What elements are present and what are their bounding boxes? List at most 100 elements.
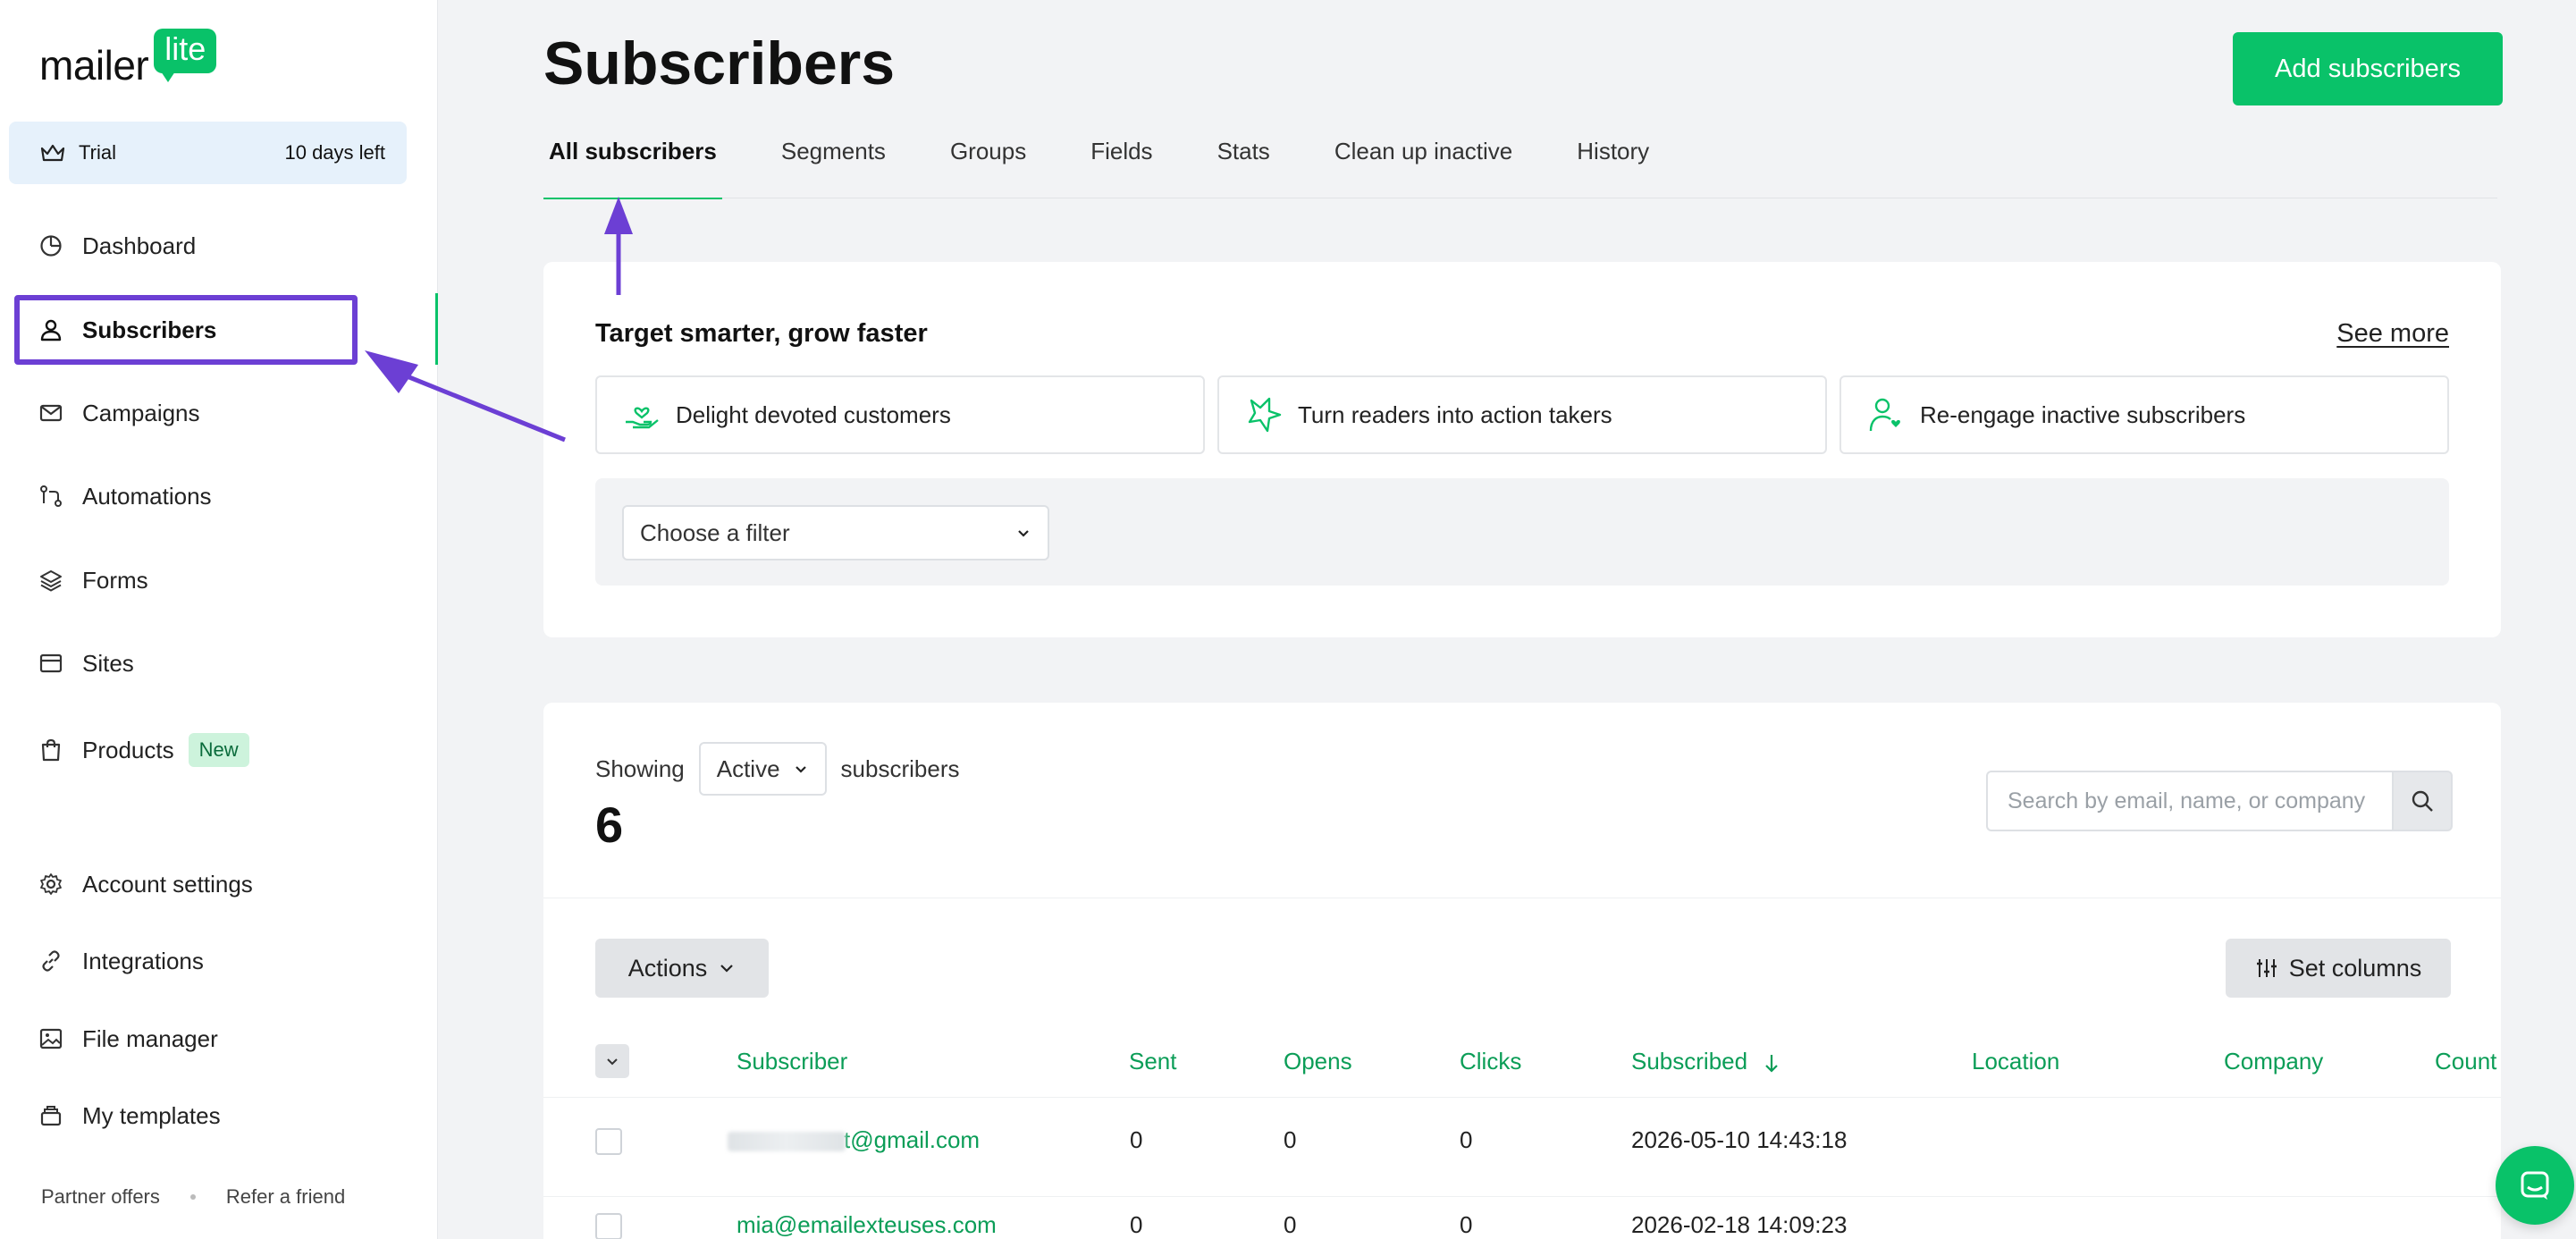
column-header-country[interactable]: Count [2435,1048,2496,1075]
sidebar-item-automations[interactable]: Automations [39,474,212,518]
tab-clean-up-inactive[interactable]: Clean up inactive [1329,132,1518,198]
subscribed-date: 2026-02-18 14:09:23 [1631,1211,1848,1238]
automation-icon [40,485,62,507]
suggestion-turn-readers[interactable]: Turn readers into action takers [1217,375,1827,454]
new-badge: New [188,733,249,767]
sidebar-item-sites[interactable]: Sites [39,641,134,686]
sidebar: mailer lite Trial 10 days left Dashboard… [0,0,438,1239]
logo-badge: lite [154,29,217,82]
suggestion-label: Delight devoted customers [676,400,951,428]
target-card-title: Target smarter, grow faster [595,319,928,348]
status-dropdown[interactable]: Active [698,742,827,796]
partner-offers-link[interactable]: Partner offers [41,1185,160,1209]
sidebar-item-label: Automations [82,482,212,510]
column-header-location[interactable]: Location [1972,1048,2059,1075]
set-columns-label: Set columns [2288,954,2422,982]
chat-launcher-button[interactable] [2496,1146,2574,1225]
active-indicator [435,293,438,365]
sidebar-footer: Partner offers Refer a friend [41,1185,345,1209]
filter-area: Choose a filter [595,478,2449,586]
tab-fields[interactable]: Fields [1085,132,1158,198]
column-header-clicks[interactable]: Clicks [1460,1048,1521,1075]
sidebar-item-campaigns[interactable]: Campaigns [39,391,200,435]
chat-icon [2521,1171,2549,1200]
browser-icon [39,653,63,673]
tab-segments[interactable]: Segments [776,132,891,198]
opens-value: 0 [1284,1126,1297,1153]
column-header-subscriber[interactable]: Subscriber [737,1048,847,1075]
logo-text: mailer [39,42,149,88]
sidebar-item-label: My templates [82,1101,221,1129]
row-checkbox[interactable] [595,1128,622,1155]
subscriber-email[interactable]: mia@emailexteuses.com [737,1211,997,1239]
search-icon [2412,790,2433,812]
sidebar-item-my-templates[interactable]: My templates [39,1093,221,1138]
target-card: Target smarter, grow faster See more Del… [543,262,2501,637]
refer-friend-link[interactable]: Refer a friend [226,1185,345,1209]
subscribers-suffix: subscribers [840,754,960,782]
mailerlite-logo[interactable]: mailer lite [39,29,217,91]
sidebar-item-label: Products [82,736,174,763]
sidebar-item-label: Campaigns [82,399,200,426]
sidebar-item-account-settings[interactable]: Account settings [39,862,253,906]
tab-groups[interactable]: Groups [945,132,1031,198]
gear-icon [40,873,62,895]
tab-stats[interactable]: Stats [1212,132,1275,198]
column-header-label: Subscribed [1631,1048,1748,1075]
sent-value: 0 [1130,1211,1143,1238]
status-value: Active [716,754,780,782]
hand-heart-icon [626,407,659,429]
table-row[interactable]: mia@emailexteuses.com 0 0 0 2026-02-18 1… [543,1196,2501,1239]
table-row[interactable]: t@gmail.com 0 0 0 2026-05-10 14:43:18 [543,1110,2501,1196]
suggestion-reengage-inactive[interactable]: Re-engage inactive subscribers [1839,375,2449,454]
trial-days-left: 10 days left [284,141,385,164]
column-header-company[interactable]: Company [2224,1048,2323,1075]
suggestion-delight-customers[interactable]: Delight devoted customers [595,375,1205,454]
filter-placeholder: Choose a filter [640,518,790,546]
sidebar-item-file-manager[interactable]: File manager [39,1016,218,1061]
choose-filter-dropdown[interactable]: Choose a filter [622,505,1049,560]
arrow-down-icon [1765,1055,1779,1073]
subscriber-email[interactable]: t@gmail.com [728,1126,980,1154]
column-header-subscribed[interactable]: Subscribed [1631,1048,1780,1075]
sidebar-item-integrations[interactable]: Integrations [39,939,204,983]
column-header-sent[interactable]: Sent [1129,1048,1177,1075]
sliders-icon [2256,959,2277,977]
sidebar-item-forms[interactable]: Forms [39,558,148,603]
sent-value: 0 [1130,1126,1143,1153]
subscribed-date: 2026-05-10 14:43:18 [1631,1126,1848,1153]
email-text: t@gmail.com [844,1126,981,1153]
tab-all-subscribers[interactable]: All subscribers [543,132,722,199]
sidebar-item-products[interactable]: Products New [39,728,249,772]
see-more-link[interactable]: See more [2336,319,2449,349]
subscriber-tabs: All subscribers Segments Groups Fields S… [543,132,2497,199]
link-icon [42,950,60,972]
sparkle-star-icon [1248,397,1282,433]
set-columns-button[interactable]: Set columns [2226,939,2451,998]
sidebar-item-label: Forms [82,566,148,594]
actions-label: Actions [627,954,708,982]
crown-icon [40,144,65,162]
sidebar-item-label: File manager [82,1024,218,1052]
sidebar-item-label: Account settings [82,870,253,898]
subscribers-card: Showing Active subscribers 6 Actions Set… [543,703,2501,1239]
chevron-down-icon [607,1058,618,1066]
sidebar-item-label: Sites [82,649,134,677]
clicks-value: 0 [1460,1211,1473,1238]
subscriber-count: 6 [595,796,624,853]
separator-dot [189,1194,196,1200]
bag-icon [41,738,61,762]
search-input[interactable] [1986,771,2392,831]
highlight-box-annotation [14,295,358,365]
trial-banner[interactable]: Trial 10 days left [9,122,407,184]
actions-button[interactable]: Actions [595,939,769,998]
row-checkbox[interactable] [595,1213,622,1239]
tab-history[interactable]: History [1571,132,1654,198]
template-icon [40,1106,62,1126]
search-button[interactable] [2392,771,2453,831]
add-subscribers-button[interactable]: Add subscribers [2233,32,2503,105]
column-header-opens[interactable]: Opens [1284,1048,1352,1075]
sidebar-item-dashboard[interactable]: Dashboard [39,223,196,268]
select-all-checkbox[interactable] [595,1044,629,1078]
showing-row: Showing Active subscribers [595,742,959,796]
